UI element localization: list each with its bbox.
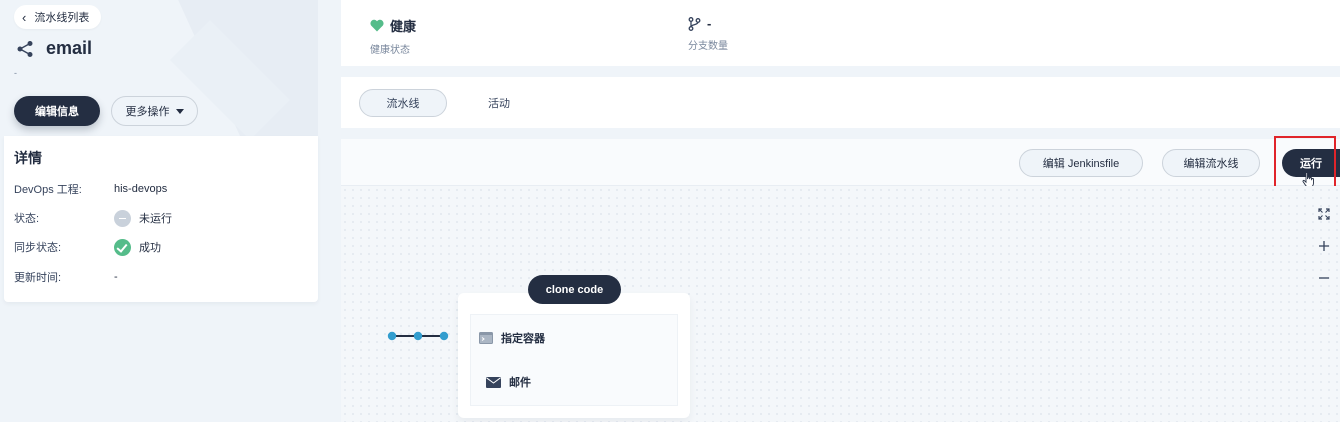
- health-value: 健康: [390, 19, 417, 34]
- detail-label: 更新时间:: [14, 272, 62, 284]
- detail-value: 成功: [139, 242, 161, 254]
- tab-pipeline[interactable]: 流水线: [359, 89, 447, 117]
- caret-down-icon: [175, 108, 184, 114]
- chevron-left-icon: ‹: [22, 9, 27, 25]
- edit-jenkinsfile-button[interactable]: 编辑 Jenkinsfile: [1019, 149, 1143, 177]
- zoom-in-icon[interactable]: [1316, 238, 1332, 254]
- branch-count-label: 分支数量: [688, 41, 728, 52]
- step-mail[interactable]: 邮件: [486, 374, 531, 390]
- health-stat: 健康 健康状态: [370, 16, 416, 56]
- detail-row-sync-status: 同步状态: 成功: [14, 237, 161, 257]
- pipeline-toolbar: 编辑 Jenkinsfile 编辑流水线 运行: [341, 139, 1340, 186]
- zoom-out-icon[interactable]: [1316, 270, 1332, 286]
- detail-value: 未运行: [139, 213, 172, 225]
- pipeline-description: -: [14, 68, 17, 78]
- health-label: 健康状态: [370, 45, 410, 56]
- status-card: 健康 健康状态 - 分支数量: [341, 0, 1340, 66]
- detail-label: 状态:: [14, 213, 40, 225]
- more-actions-button[interactable]: 更多操作: [111, 96, 198, 126]
- not-run-status-icon: [114, 209, 131, 227]
- edit-info-button[interactable]: 编辑信息: [14, 96, 100, 126]
- branch-icon: [688, 16, 701, 31]
- detail-row-status: 状态: 未运行: [14, 208, 172, 228]
- details-heading: 详情: [14, 150, 42, 166]
- tab-bar: 流水线 活动: [341, 77, 1340, 128]
- pipeline-icon: [17, 40, 33, 57]
- page-title: email: [46, 38, 93, 58]
- terminal-icon: [479, 332, 493, 344]
- heart-icon: [370, 19, 384, 32]
- pipeline-connector: [387, 331, 449, 341]
- pipeline-title-row: email: [16, 38, 92, 59]
- stage-steps: [470, 314, 678, 406]
- mail-icon: [486, 376, 501, 388]
- detail-row-updated-time: 更新时间: -: [14, 267, 118, 287]
- detail-label: DevOps 工程:: [14, 184, 82, 196]
- detail-value: his-devops: [114, 183, 168, 195]
- more-actions-label: 更多操作: [125, 106, 170, 118]
- fullscreen-icon[interactable]: [1316, 206, 1332, 222]
- back-to-pipeline-list[interactable]: ‹ 流水线列表: [14, 5, 102, 29]
- edit-pipeline-button[interactable]: 编辑流水线: [1162, 149, 1260, 177]
- details-panel: 详情 DevOps 工程: his-devops 状态: 未运行 同步状态: 成…: [4, 136, 318, 302]
- step-label: 邮件: [509, 377, 531, 389]
- detail-label: 同步状态:: [14, 242, 62, 254]
- step-label: 指定容器: [501, 333, 545, 345]
- back-label: 流水线列表: [34, 12, 90, 24]
- step-container[interactable]: 指定容器: [479, 330, 545, 346]
- tab-activity[interactable]: 活动: [481, 89, 517, 117]
- stage-title[interactable]: clone code: [528, 275, 621, 304]
- branch-stat: - 分支数量: [688, 16, 728, 52]
- detail-row-project: DevOps 工程: his-devops: [14, 179, 167, 199]
- detail-value: -: [114, 271, 118, 283]
- success-check-icon: [114, 238, 131, 256]
- branch-count-value: -: [707, 16, 712, 31]
- pipeline-header: ‹ 流水线列表 email - 编辑信息 更多操作: [0, 0, 318, 136]
